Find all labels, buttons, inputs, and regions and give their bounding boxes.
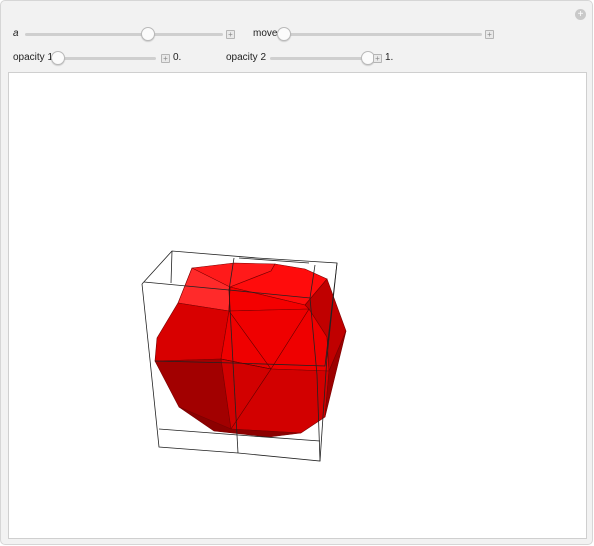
opacity1-value: 0. xyxy=(173,52,182,63)
opacity1-slider-thumb[interactable] xyxy=(51,51,65,65)
options-plus-circle-icon[interactable]: + xyxy=(575,9,586,20)
a-slider-thumb[interactable] xyxy=(140,27,155,41)
opacity1-slider-track[interactable] xyxy=(58,57,156,60)
opacity2-slider-plus-icon[interactable]: + xyxy=(373,54,382,63)
opacity2-slider-label: opacity 2 xyxy=(226,52,267,63)
a-slider-label: a xyxy=(13,28,19,39)
solid-faces xyxy=(154,262,347,438)
a-slider-plus-icon[interactable]: + xyxy=(226,30,235,39)
opacity1-slider-label: opacity 1 xyxy=(13,52,54,63)
demo-panel: + a + move + opacity 1 + 0. opacity 2 + … xyxy=(0,0,593,545)
face-lower-left xyxy=(154,358,232,430)
face-left xyxy=(154,302,230,362)
a-slider-track[interactable] xyxy=(25,33,223,36)
move-slider-plus-icon[interactable]: + xyxy=(485,30,494,39)
move-slider-track[interactable] xyxy=(284,33,482,36)
plot-canvas[interactable] xyxy=(8,72,587,539)
opacity2-value: 1. xyxy=(385,52,394,63)
opacity1-slider-plus-icon[interactable]: + xyxy=(161,54,170,63)
face-front xyxy=(220,308,330,372)
polyhedron-graphic xyxy=(141,250,347,462)
move-slider-label: move xyxy=(253,28,278,39)
move-slider-thumb[interactable] xyxy=(277,27,291,41)
opacity2-slider-track[interactable] xyxy=(270,57,368,60)
